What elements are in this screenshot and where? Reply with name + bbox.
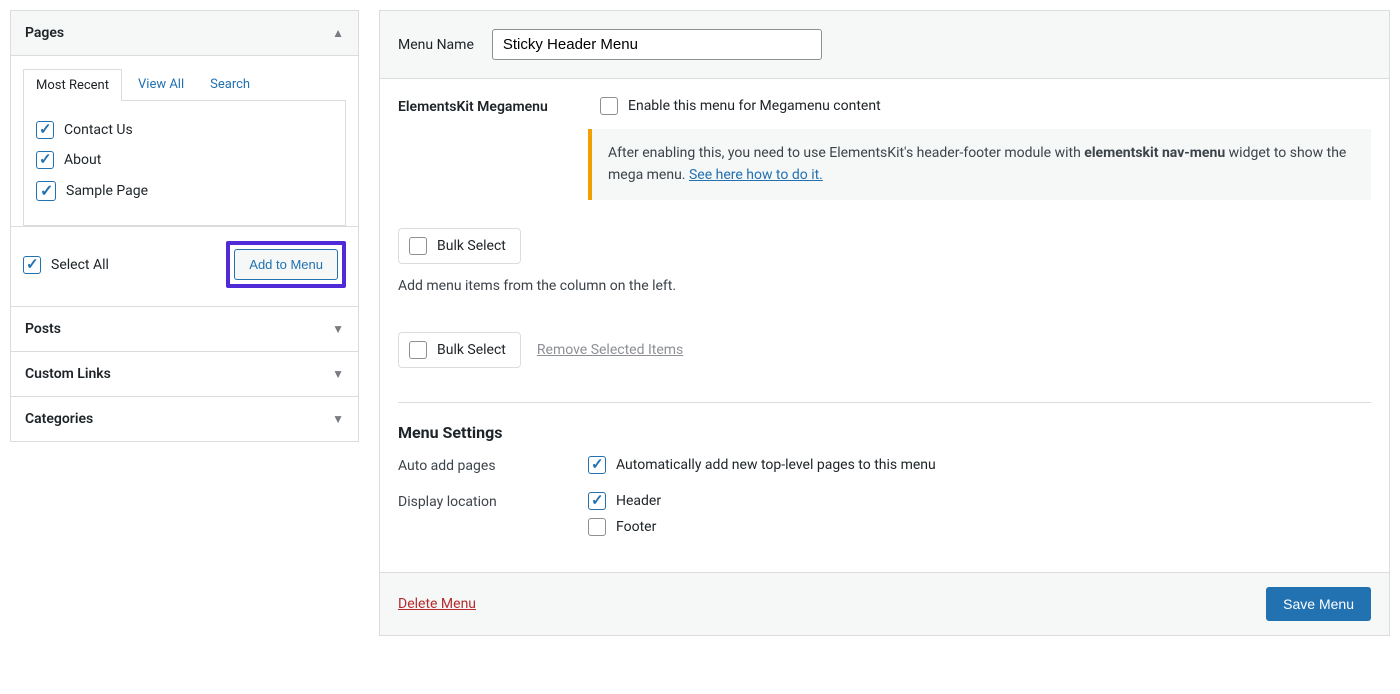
auto-add-label: Auto add pages — [398, 456, 588, 474]
chevron-up-icon: ▲ — [332, 26, 344, 40]
pages-sidebar: Pages ▲ Most Recent View All Search Cont… — [10, 10, 359, 636]
page-item[interactable]: About — [36, 145, 333, 175]
bulk-select-label: Bulk Select — [437, 238, 506, 254]
location-checkbox[interactable] — [588, 518, 606, 536]
select-all-label: Select All — [51, 257, 109, 273]
menu-settings-title: Menu Settings — [398, 423, 1371, 442]
accordion-panel-categories: Categories ▼ — [10, 396, 359, 442]
megamenu-enable[interactable]: Enable this menu for Megamenu content — [600, 97, 881, 115]
panel-title: Categories — [25, 411, 93, 427]
page-checkbox[interactable] — [36, 121, 54, 139]
pages-tabs: Most Recent View All Search — [11, 56, 358, 100]
select-all-row[interactable]: Select All — [23, 256, 109, 274]
page-checkbox[interactable] — [36, 151, 54, 169]
tab-view-all[interactable]: View All — [128, 69, 194, 100]
display-location-label: Display location — [398, 492, 588, 510]
menu-name-input[interactable] — [492, 29, 822, 60]
bulk-select-label: Bulk Select — [437, 342, 506, 358]
megamenu-note: After enabling this, you need to use Ele… — [588, 129, 1371, 200]
accordion-panel-pages: Pages ▲ Most Recent View All Search Cont… — [10, 10, 359, 306]
location-option-header[interactable]: Header — [588, 492, 661, 510]
select-all-checkbox[interactable] — [23, 256, 41, 274]
accordion-header-custom-links[interactable]: Custom Links ▼ — [11, 352, 358, 396]
add-to-menu-highlight: Add to Menu — [226, 241, 346, 288]
add-to-menu-button[interactable]: Add to Menu — [234, 249, 338, 280]
pages-list: Contact Us About Sample Page — [23, 100, 346, 226]
display-location-row: Display location Header Footer — [398, 492, 1371, 544]
menu-footer: Delete Menu Save Menu — [380, 572, 1389, 635]
delete-menu-link[interactable]: Delete Menu — [398, 596, 476, 612]
pages-panel-footer: Select All Add to Menu — [11, 226, 358, 306]
page-item[interactable]: Sample Page — [36, 175, 333, 207]
chevron-down-icon: ▼ — [332, 367, 344, 381]
auto-add-check-label: Automatically add new top-level pages to… — [616, 457, 936, 473]
location-label: Header — [616, 493, 661, 509]
add-items-hint: Add menu items from the column on the le… — [398, 278, 1371, 294]
menu-body: ElementsKit Megamenu Enable this menu fo… — [380, 79, 1389, 572]
menu-header: Menu Name — [380, 11, 1389, 79]
megamenu-enable-label: Enable this menu for Megamenu content — [628, 98, 881, 114]
panel-title: Pages — [25, 25, 64, 41]
page-label: Contact Us — [64, 122, 133, 138]
note-text-prefix: After enabling this, you need to use Ele… — [608, 145, 1084, 161]
accordion-header-posts[interactable]: Posts ▼ — [11, 307, 358, 351]
page-checkbox[interactable] — [36, 181, 56, 201]
auto-add-check[interactable]: Automatically add new top-level pages to… — [588, 456, 936, 474]
megamenu-row: ElementsKit Megamenu Enable this menu fo… — [398, 97, 1371, 115]
accordion-panel-custom-links: Custom Links ▼ — [10, 351, 359, 396]
accordion-panel-posts: Posts ▼ — [10, 306, 359, 351]
display-location-options: Header Footer — [588, 492, 661, 544]
megamenu-section-label: ElementsKit Megamenu — [398, 97, 588, 115]
location-label: Footer — [616, 519, 656, 535]
accordion-body-pages: Most Recent View All Search Contact Us A… — [11, 55, 358, 306]
accordion-header-categories[interactable]: Categories ▼ — [11, 397, 358, 441]
auto-add-checkbox[interactable] — [588, 456, 606, 474]
bulk-select-bottom[interactable]: Bulk Select — [398, 332, 521, 368]
tab-most-recent[interactable]: Most Recent — [23, 69, 122, 101]
save-menu-button[interactable]: Save Menu — [1266, 587, 1371, 621]
menu-editor: Menu Name ElementsKit Megamenu Enable th… — [379, 10, 1390, 636]
panel-title: Custom Links — [25, 366, 111, 382]
menu-name-label: Menu Name — [398, 37, 474, 53]
megamenu-checkbox[interactable] — [600, 97, 618, 115]
note-link[interactable]: See here how to do it. — [689, 167, 823, 183]
page-label: Sample Page — [66, 183, 148, 199]
bulk-select-checkbox[interactable] — [409, 341, 427, 359]
page-label: About — [64, 152, 101, 168]
location-checkbox[interactable] — [588, 492, 606, 510]
divider — [398, 402, 1371, 403]
auto-add-row: Auto add pages Automatically add new top… — [398, 456, 1371, 482]
remove-selected-link[interactable]: Remove Selected Items — [537, 342, 683, 358]
chevron-down-icon: ▼ — [332, 322, 344, 336]
accordion-header-pages[interactable]: Pages ▲ — [11, 11, 358, 55]
location-option-footer[interactable]: Footer — [588, 518, 661, 536]
bulk-select-bottom-row: Bulk Select Remove Selected Items — [398, 332, 1371, 368]
tab-search[interactable]: Search — [200, 69, 260, 100]
panel-title: Posts — [25, 321, 61, 337]
bulk-select-checkbox[interactable] — [409, 237, 427, 255]
page-item[interactable]: Contact Us — [36, 115, 333, 145]
note-text-bold: elementskit nav-menu — [1084, 145, 1225, 161]
chevron-down-icon: ▼ — [332, 412, 344, 426]
bulk-select-top[interactable]: Bulk Select — [398, 228, 521, 264]
